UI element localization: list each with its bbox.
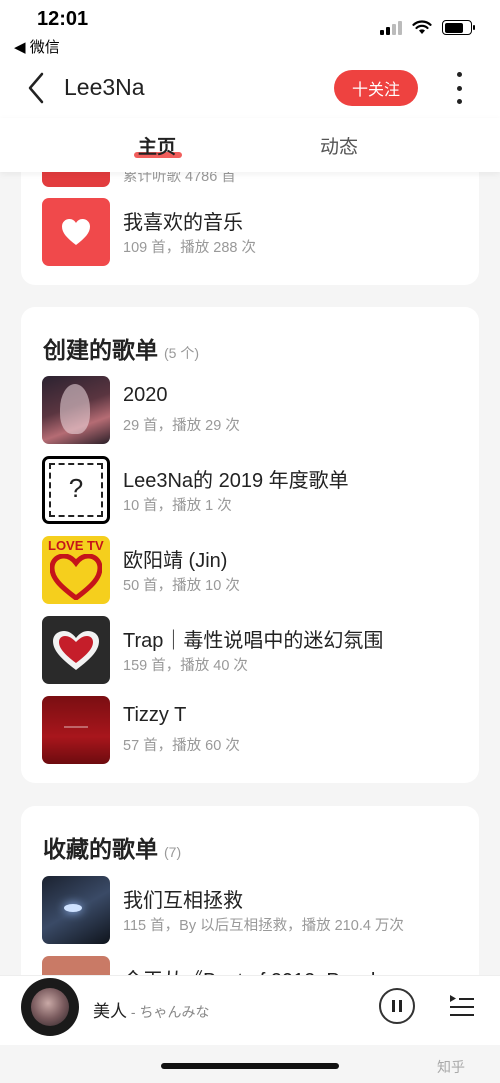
tab-home[interactable]: 主页 (138, 132, 176, 159)
playlist-title: 2020 (123, 384, 168, 406)
heart-icon (62, 219, 90, 245)
back-chevron-icon[interactable] (24, 70, 54, 106)
section-title: 收藏的歌单 (7) (43, 830, 181, 864)
playlist-cover: ? (42, 456, 110, 524)
playlist-title: 我们互相拯救 (123, 890, 243, 912)
created-count: (5 个) (164, 345, 199, 361)
battery-icon (442, 20, 475, 35)
back-to-app-link[interactable]: ◀ 微信 (14, 36, 60, 57)
playlist-row[interactable]: ? Lee3Na的 2019 年度歌单 10 首，播放 1 次 (42, 456, 462, 524)
watermark: 知乎 (437, 1059, 465, 1075)
collected-title: 收藏的歌单 (43, 836, 158, 862)
queue-list-icon[interactable] (448, 992, 476, 1020)
playlist-cover (42, 876, 110, 944)
home-indicator (161, 1063, 339, 1069)
section-title: 创建的歌单 (5 个) (43, 331, 199, 365)
playlist-cover (42, 696, 110, 764)
playlist-row[interactable]: Tizzy T 57 首，播放 60 次 (42, 696, 462, 764)
liked-music-title: 我喜欢的音乐 (123, 212, 243, 234)
now-playing-text: 美人 - ちゃんみな (93, 997, 209, 1022)
playlist-cover (42, 616, 110, 684)
playlist-subtitle: 29 首，播放 29 次 (123, 418, 240, 434)
playlist-row[interactable]: 我们互相拯救 115 首，By 以后互相拯救，播放 210.4 万次 (42, 876, 462, 944)
partial-cover (42, 171, 110, 187)
playlist-subtitle: 57 首，播放 60 次 (123, 738, 240, 754)
playlist-cover (42, 376, 110, 444)
liked-music-cover (42, 198, 110, 266)
wifi-icon (412, 20, 432, 34)
profile-header: Lee3Na 十关注 (0, 58, 500, 118)
pause-icon[interactable] (379, 988, 415, 1024)
tab-feed[interactable]: 动态 (320, 132, 358, 159)
mini-player[interactable]: 美人 - ちゃんみな (0, 975, 500, 1045)
more-dots-icon[interactable] (452, 70, 466, 106)
playlist-row[interactable]: Trap｜毒性说唱中的迷幻氛围 159 首，播放 40 次 (42, 616, 462, 684)
collected-count: (7) (164, 844, 182, 860)
playlist-cover: LOVE TV (42, 536, 110, 604)
playlist-title: Tizzy T (123, 704, 187, 726)
song-artist: - ちゃんみな (127, 1004, 210, 1020)
partial-subtitle: 累计听歌 4786 首 (123, 171, 236, 185)
profile-title: Lee3Na (64, 74, 145, 100)
playlist-title: Lee3Na的 2019 年度歌单 (123, 470, 349, 492)
playlist-subtitle: 50 首，播放 10 次 (123, 578, 240, 594)
created-playlists-card: 创建的歌单 (5 个) 2020 29 首，播放 29 次 ? Lee3Na的 2… (21, 307, 479, 783)
status-bar: 12:01 ◀ 微信 (0, 0, 500, 58)
status-time: 12:01 (37, 8, 89, 30)
status-icons (380, 20, 475, 35)
playlist-subtitle: 159 首，播放 40 次 (123, 658, 248, 674)
signal-icon (380, 20, 402, 35)
now-playing-disc[interactable] (21, 978, 79, 1036)
playlist-subtitle: 10 首，播放 1 次 (123, 498, 232, 514)
playlist-subtitle: 115 首，By 以后互相拯救，播放 210.4 万次 (123, 918, 404, 934)
playlist-title: 欧阳靖 (Jin) (123, 550, 228, 572)
playlist-row[interactable]: LOVE TV 欧阳靖 (Jin) 50 首，播放 10 次 (42, 536, 462, 604)
liked-music-subtitle: 109 首，播放 288 次 (123, 240, 256, 256)
playlist-row[interactable]: 2020 29 首，播放 29 次 (42, 376, 462, 444)
created-title: 创建的歌单 (43, 337, 158, 363)
liked-music-row[interactable]: 我喜欢的音乐 109 首，播放 288 次 (42, 198, 462, 266)
playlist-title: Trap｜毒性说唱中的迷幻氛围 (123, 630, 384, 652)
profile-tabs: 主页 动态 (0, 118, 500, 172)
song-title: 美人 (93, 1002, 127, 1021)
follow-button[interactable]: 十关注 (334, 70, 418, 106)
partial-row: 累计听歌 4786 首 (42, 171, 462, 187)
